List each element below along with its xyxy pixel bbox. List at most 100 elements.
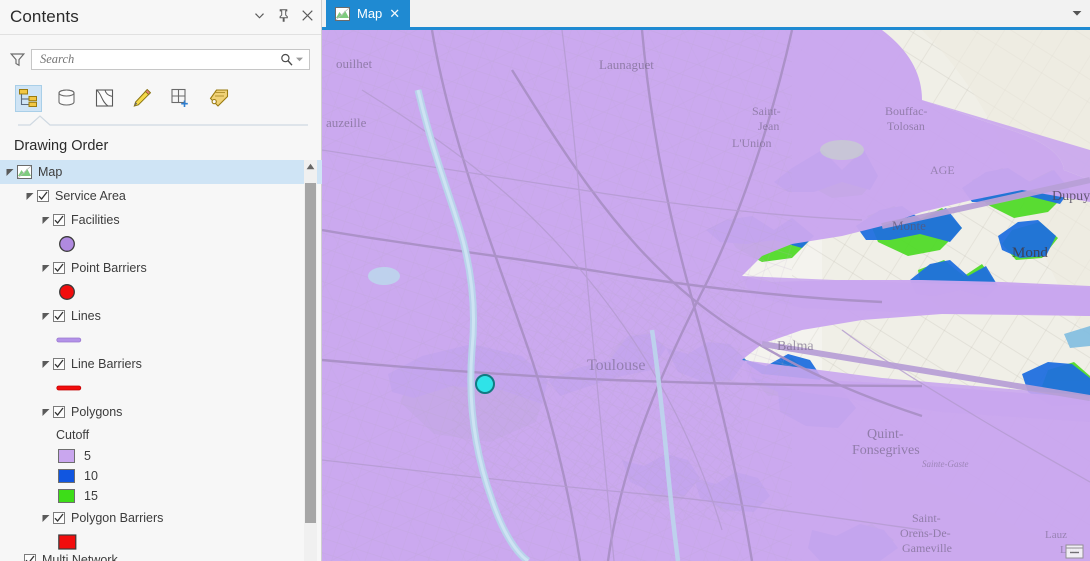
- close-icon[interactable]: ✕: [389, 7, 400, 20]
- tree-label-multi-network: Multi Network: [42, 554, 118, 561]
- layer-checkbox[interactable]: [53, 512, 65, 524]
- list-by-snapping-button[interactable]: [167, 85, 194, 112]
- expander-icon[interactable]: [24, 190, 37, 203]
- map-area: Map ✕ ouilhet auzeille Launaguet Saint- …: [322, 0, 1090, 561]
- list-by-labeling-button[interactable]: [205, 85, 232, 112]
- drawing-order-label: Drawing Order: [14, 138, 109, 154]
- close-icon[interactable]: [300, 8, 315, 23]
- svg-text:Tolosan: Tolosan: [887, 119, 925, 133]
- svg-text:Lauz: Lauz: [1045, 529, 1067, 541]
- svg-text:Gameville: Gameville: [902, 541, 952, 555]
- svg-text:Saint-: Saint-: [912, 511, 941, 525]
- view-tabstrip: Map ✕: [322, 0, 1090, 27]
- header-divider: [0, 34, 321, 35]
- funnel-icon[interactable]: [6, 48, 28, 70]
- legend-swatch: [58, 469, 75, 483]
- search-input[interactable]: [40, 51, 279, 67]
- tree-label-facilities: Facilities: [71, 213, 120, 227]
- symbol-polygon-barriers: [0, 530, 322, 554]
- contents-panel-header: Contents: [0, 0, 321, 34]
- legend-value: 5: [84, 449, 91, 463]
- svg-text:Monte: Monte: [892, 218, 926, 233]
- tree-label-service-area: Service Area: [55, 189, 126, 203]
- layer-checkbox[interactable]: [53, 406, 65, 418]
- tree-row-point-barriers[interactable]: Point Barriers: [0, 256, 322, 280]
- tree-row-multi-network[interactable]: Multi Network: [0, 554, 322, 561]
- legend-swatch: [58, 489, 75, 503]
- chevron-down-icon[interactable]: [1071, 9, 1082, 18]
- scroll-thumb[interactable]: [305, 183, 316, 523]
- tab-map[interactable]: Map ✕: [326, 0, 411, 27]
- layer-tree: Map Service Area Facilities Point Barrie…: [0, 160, 322, 561]
- list-by-drawing-order-button[interactable]: [15, 84, 42, 112]
- legend-item-15[interactable]: 15: [0, 486, 322, 506]
- symbol-point-barriers: [0, 280, 322, 304]
- svg-text:auzeille: auzeille: [326, 115, 367, 130]
- svg-text:Mond: Mond: [1012, 245, 1048, 261]
- panel-menu-button[interactable]: [252, 8, 267, 23]
- legend-value: 15: [84, 489, 98, 503]
- tree-label-polygon-barriers: Polygon Barriers: [71, 511, 164, 525]
- svg-text:Quint-: Quint-: [867, 427, 904, 442]
- contents-toolbar: [0, 80, 322, 116]
- symbol-line-barriers: [0, 376, 322, 400]
- layer-checkbox[interactable]: [37, 190, 49, 202]
- tree-row-map[interactable]: Map: [0, 160, 322, 184]
- svg-text:Orens-De-: Orens-De-: [900, 526, 951, 540]
- svg-text:Jean: Jean: [758, 119, 779, 133]
- legend-item-10[interactable]: 10: [0, 466, 322, 486]
- map-icon: [17, 165, 32, 179]
- expander-icon[interactable]: [40, 310, 53, 323]
- layer-checkbox[interactable]: [53, 214, 65, 226]
- chevron-down-icon[interactable]: [294, 57, 305, 62]
- svg-text:Fonsegrives: Fonsegrives: [852, 443, 920, 458]
- list-by-editing-button[interactable]: [129, 85, 156, 112]
- svg-text:L'Union: L'Union: [732, 136, 772, 150]
- svg-text:Bouffac-: Bouffac-: [885, 104, 927, 118]
- svg-text:AGE: AGE: [930, 163, 955, 177]
- tree-row-line-barriers[interactable]: Line Barriers: [0, 352, 322, 376]
- layer-checkbox[interactable]: [53, 310, 65, 322]
- tree-row-polygons[interactable]: Polygons: [0, 400, 322, 424]
- tree-label-lines: Lines: [71, 309, 101, 323]
- svg-text:Sainte-Gaste: Sainte-Gaste: [922, 459, 969, 469]
- list-by-data-source-button[interactable]: [53, 85, 80, 112]
- svg-text:Balma: Balma: [777, 339, 814, 354]
- svg-text:Saint-: Saint-: [752, 104, 781, 118]
- expander-icon[interactable]: [40, 406, 53, 419]
- symbol-facilities: [0, 232, 322, 256]
- tree-label-polygons: Polygons: [71, 405, 123, 419]
- contents-scrollbar[interactable]: [304, 160, 317, 561]
- tree-row-facilities[interactable]: Facilities: [0, 208, 322, 232]
- expander-icon[interactable]: [40, 358, 53, 371]
- svg-text:Lam: Lam: [1060, 544, 1081, 556]
- tree-row-polygon-barriers[interactable]: Polygon Barriers: [0, 506, 322, 530]
- legend-title-cutoff: Cutoff: [56, 428, 90, 442]
- tree-row-lines[interactable]: Lines: [0, 304, 322, 328]
- list-by-selection-button[interactable]: [91, 85, 118, 112]
- search-row: [0, 44, 322, 74]
- search-box[interactable]: [31, 48, 310, 70]
- expander-icon[interactable]: [40, 262, 53, 275]
- scroll-up-arrow-icon[interactable]: [304, 160, 317, 173]
- legend-item-5[interactable]: 5: [0, 446, 322, 466]
- tree-label-map: Map: [38, 165, 63, 179]
- layer-checkbox[interactable]: [24, 554, 36, 561]
- search-icon[interactable]: [279, 52, 294, 67]
- expander-icon[interactable]: [4, 166, 17, 179]
- layer-checkbox[interactable]: [53, 358, 65, 370]
- tree-row-service-area[interactable]: Service Area: [0, 184, 322, 208]
- svg-text:ouilhet: ouilhet: [336, 56, 372, 71]
- expander-icon[interactable]: [40, 214, 53, 227]
- svg-text:Toulouse: Toulouse: [587, 357, 645, 374]
- legend-value: 10: [84, 469, 98, 483]
- tab-label: Map: [357, 6, 383, 21]
- legend-swatch: [58, 449, 75, 463]
- expander-icon[interactable]: [40, 512, 53, 525]
- tree-label-point-barriers: Point Barriers: [71, 261, 147, 275]
- pin-icon[interactable]: [276, 8, 291, 23]
- contents-panel: Contents Search Drawing Order Map Servic…: [0, 0, 322, 561]
- svg-text:Dupuy: Dupuy: [1052, 189, 1090, 204]
- map-canvas[interactable]: ouilhet auzeille Launaguet Saint- Jean L…: [322, 30, 1090, 561]
- layer-checkbox[interactable]: [53, 262, 65, 274]
